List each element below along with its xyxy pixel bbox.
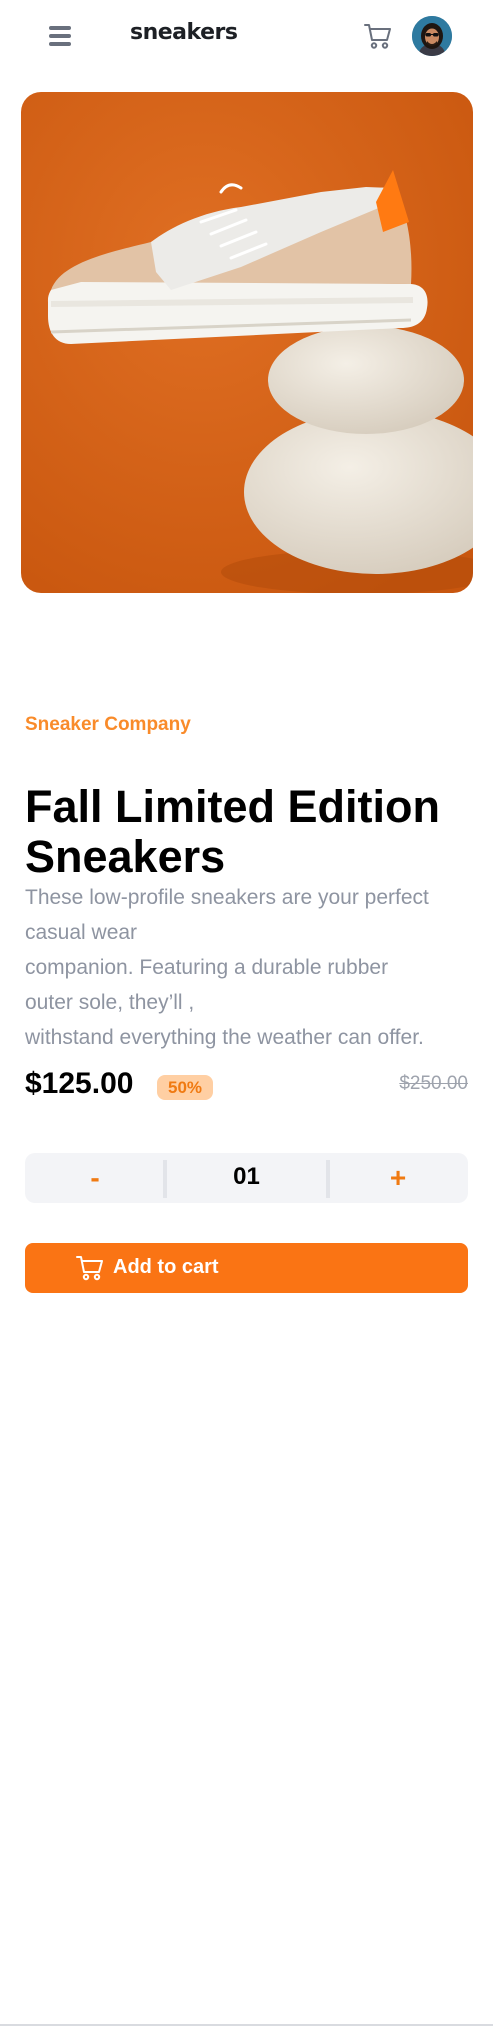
description-line: outer sole, they’ll ,	[25, 991, 195, 1014]
avatar[interactable]	[412, 16, 452, 56]
current-price: $125.00	[25, 1067, 134, 1100]
cart-icon	[75, 1254, 105, 1282]
quantity-stepper: - 01 +	[25, 1153, 468, 1203]
quantity-value: 01	[233, 1163, 260, 1190]
company-label: Sneaker Company	[25, 714, 191, 735]
bottom-divider	[0, 2024, 493, 2026]
cart-icon[interactable]	[363, 21, 393, 51]
description-line: These low-profile sneakers are your perf…	[25, 886, 429, 909]
product-description: These low-profile sneakers are your perf…	[25, 880, 470, 1055]
brand-logo[interactable]: sneakers	[130, 20, 238, 45]
top-navbar: sneakers	[0, 0, 493, 74]
description-line: withstand everything the weather can off…	[25, 1026, 424, 1049]
product-image[interactable]	[21, 92, 473, 593]
menu-icon[interactable]	[49, 26, 71, 46]
original-price: $250.00	[399, 1073, 468, 1094]
product-title: Fall Limited Edition Sneakers	[25, 781, 440, 882]
description-line: casual wear	[25, 921, 138, 944]
decrease-quantity-button[interactable]: -	[25, 1153, 165, 1203]
increase-quantity-button[interactable]: +	[328, 1153, 468, 1203]
description-line: companion. Featuring a durable rubber	[25, 956, 389, 979]
discount-badge: 50%	[157, 1075, 213, 1100]
add-to-cart-label: Add to cart	[113, 1256, 219, 1278]
add-to-cart-button[interactable]: Add to cart	[25, 1243, 468, 1293]
